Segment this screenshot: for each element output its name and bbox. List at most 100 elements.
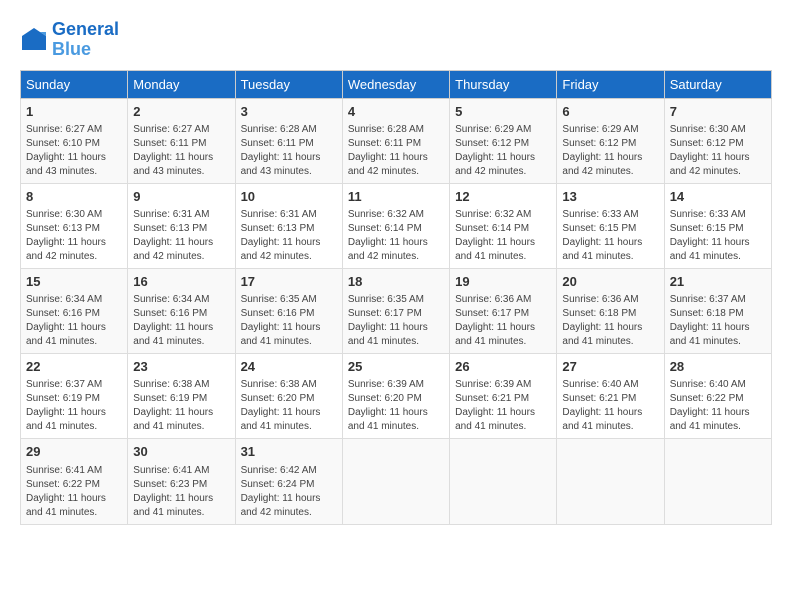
calendar-cell: 18 Sunrise: 6:35 AMSunset: 6:17 PMDayligh… (342, 268, 449, 353)
calendar-cell (342, 439, 449, 524)
calendar-table: SundayMondayTuesdayWednesdayThursdayFrid… (20, 70, 772, 525)
day-info: Sunrise: 6:28 AMSunset: 6:11 PMDaylight:… (348, 123, 444, 179)
day-info: Sunrise: 6:37 AMSunset: 6:18 PMDaylight:… (670, 293, 766, 349)
calendar-cell: 6 Sunrise: 6:29 AMSunset: 6:12 PMDaylight… (557, 98, 664, 183)
day-number: 13 (562, 188, 658, 206)
day-info: Sunrise: 6:38 AMSunset: 6:20 PMDaylight:… (241, 378, 337, 434)
day-number: 17 (241, 273, 337, 291)
day-info: Sunrise: 6:40 AMSunset: 6:22 PMDaylight:… (670, 378, 766, 434)
calendar-cell: 10 Sunrise: 6:31 AMSunset: 6:13 PMDayligh… (235, 183, 342, 268)
day-info: Sunrise: 6:29 AMSunset: 6:12 PMDaylight:… (562, 123, 658, 179)
logo-text: General Blue (52, 20, 119, 60)
calendar-cell: 17 Sunrise: 6:35 AMSunset: 6:16 PMDayligh… (235, 268, 342, 353)
day-number: 10 (241, 188, 337, 206)
calendar-cell: 20 Sunrise: 6:36 AMSunset: 6:18 PMDayligh… (557, 268, 664, 353)
calendar-cell: 24 Sunrise: 6:38 AMSunset: 6:20 PMDayligh… (235, 354, 342, 439)
day-info: Sunrise: 6:29 AMSunset: 6:12 PMDaylight:… (455, 123, 551, 179)
day-number: 23 (133, 358, 229, 376)
day-header-saturday: Saturday (664, 70, 771, 98)
calendar-cell: 9 Sunrise: 6:31 AMSunset: 6:13 PMDaylight… (128, 183, 235, 268)
calendar-cell: 11 Sunrise: 6:32 AMSunset: 6:14 PMDayligh… (342, 183, 449, 268)
day-number: 24 (241, 358, 337, 376)
day-header-monday: Monday (128, 70, 235, 98)
day-info: Sunrise: 6:31 AMSunset: 6:13 PMDaylight:… (241, 208, 337, 264)
day-number: 19 (455, 273, 551, 291)
day-header-thursday: Thursday (450, 70, 557, 98)
calendar-cell: 16 Sunrise: 6:34 AMSunset: 6:16 PMDayligh… (128, 268, 235, 353)
calendar-cell: 4Sunrise: 6:28 AMSunset: 6:11 PMDaylight… (342, 98, 449, 183)
day-info: Sunrise: 6:27 AMSunset: 6:11 PMDaylight:… (133, 123, 229, 179)
logo-icon (20, 26, 48, 54)
day-info: Sunrise: 6:31 AMSunset: 6:13 PMDaylight:… (133, 208, 229, 264)
day-info: Sunrise: 6:35 AMSunset: 6:16 PMDaylight:… (241, 293, 337, 349)
day-number: 7 (670, 103, 766, 121)
day-info: Sunrise: 6:37 AMSunset: 6:19 PMDaylight:… (26, 378, 122, 434)
day-number: 22 (26, 358, 122, 376)
day-info: Sunrise: 6:39 AMSunset: 6:21 PMDaylight:… (455, 378, 551, 434)
calendar-cell: 3 Sunrise: 6:28 AMSunset: 6:11 PMDaylight… (235, 98, 342, 183)
calendar-cell: 2 Sunrise: 6:27 AMSunset: 6:11 PMDaylight… (128, 98, 235, 183)
calendar-cell: 1 Sunrise: 6:27 AMSunset: 6:10 PMDaylight… (21, 98, 128, 183)
day-info: Sunrise: 6:30 AMSunset: 6:13 PMDaylight:… (26, 208, 122, 264)
day-number: 1 (26, 103, 122, 121)
day-number: 2 (133, 103, 229, 121)
day-number: 30 (133, 443, 229, 461)
day-info: Sunrise: 6:36 AMSunset: 6:18 PMDaylight:… (562, 293, 658, 349)
day-number: 20 (562, 273, 658, 291)
day-number: 16 (133, 273, 229, 291)
day-info: Sunrise: 6:40 AMSunset: 6:21 PMDaylight:… (562, 378, 658, 434)
day-number: 9 (133, 188, 229, 206)
day-info: Sunrise: 6:33 AMSunset: 6:15 PMDaylight:… (562, 208, 658, 264)
calendar-cell: 5 Sunrise: 6:29 AMSunset: 6:12 PMDaylight… (450, 98, 557, 183)
day-number: 25 (348, 358, 444, 376)
day-number: 26 (455, 358, 551, 376)
day-info: Sunrise: 6:33 AMSunset: 6:15 PMDaylight:… (670, 208, 766, 264)
day-header-sunday: Sunday (21, 70, 128, 98)
calendar-cell: 27 Sunrise: 6:40 AMSunset: 6:21 PMDayligh… (557, 354, 664, 439)
day-number: 27 (562, 358, 658, 376)
day-number: 31 (241, 443, 337, 461)
calendar-cell (664, 439, 771, 524)
calendar-cell: 23 Sunrise: 6:38 AMSunset: 6:19 PMDayligh… (128, 354, 235, 439)
day-number: 8 (26, 188, 122, 206)
calendar-cell: 19Sunrise: 6:36 AMSunset: 6:17 PMDayligh… (450, 268, 557, 353)
calendar-cell: 14 Sunrise: 6:33 AMSunset: 6:15 PMDayligh… (664, 183, 771, 268)
calendar-cell: 29 Sunrise: 6:41 AMSunset: 6:22 PMDayligh… (21, 439, 128, 524)
calendar-cell: 13 Sunrise: 6:33 AMSunset: 6:15 PMDayligh… (557, 183, 664, 268)
day-number: 18 (348, 273, 444, 291)
calendar-cell: 28 Sunrise: 6:40 AMSunset: 6:22 PMDayligh… (664, 354, 771, 439)
calendar-cell: 31 Sunrise: 6:42 AMSunset: 6:24 PMDayligh… (235, 439, 342, 524)
day-info: Sunrise: 6:32 AMSunset: 6:14 PMDaylight:… (348, 208, 444, 264)
day-info: Sunrise: 6:28 AMSunset: 6:11 PMDaylight:… (241, 123, 337, 179)
day-info: Sunrise: 6:41 AMSunset: 6:22 PMDaylight:… (26, 464, 122, 520)
calendar-cell: 21Sunrise: 6:37 AMSunset: 6:18 PMDayligh… (664, 268, 771, 353)
calendar-cell: 22 Sunrise: 6:37 AMSunset: 6:19 PMDayligh… (21, 354, 128, 439)
day-info: Sunrise: 6:34 AMSunset: 6:16 PMDaylight:… (133, 293, 229, 349)
day-info: Sunrise: 6:41 AMSunset: 6:23 PMDaylight:… (133, 464, 229, 520)
day-info: Sunrise: 6:32 AMSunset: 6:14 PMDaylight:… (455, 208, 551, 264)
day-number: 29 (26, 443, 122, 461)
calendar-cell: 8 Sunrise: 6:30 AMSunset: 6:13 PMDaylight… (21, 183, 128, 268)
day-number: 15 (26, 273, 122, 291)
day-info: Sunrise: 6:35 AMSunset: 6:17 PMDaylight:… (348, 293, 444, 349)
day-info: Sunrise: 6:27 AMSunset: 6:10 PMDaylight:… (26, 123, 122, 179)
day-info: Sunrise: 6:42 AMSunset: 6:24 PMDaylight:… (241, 464, 337, 520)
day-number: 3 (241, 103, 337, 121)
calendar-cell: 15 Sunrise: 6:34 AMSunset: 6:16 PMDayligh… (21, 268, 128, 353)
logo: General Blue (20, 20, 119, 60)
calendar-cell (557, 439, 664, 524)
day-number: 5 (455, 103, 551, 121)
day-number: 28 (670, 358, 766, 376)
day-header-tuesday: Tuesday (235, 70, 342, 98)
day-number: 11 (348, 188, 444, 206)
day-number: 12 (455, 188, 551, 206)
day-header-wednesday: Wednesday (342, 70, 449, 98)
day-info: Sunrise: 6:38 AMSunset: 6:19 PMDaylight:… (133, 378, 229, 434)
calendar-cell: 12 Sunrise: 6:32 AMSunset: 6:14 PMDayligh… (450, 183, 557, 268)
day-info: Sunrise: 6:30 AMSunset: 6:12 PMDaylight:… (670, 123, 766, 179)
page-header: General Blue (20, 20, 772, 60)
calendar-cell: 25Sunrise: 6:39 AMSunset: 6:20 PMDayligh… (342, 354, 449, 439)
day-info: Sunrise: 6:34 AMSunset: 6:16 PMDaylight:… (26, 293, 122, 349)
day-number: 6 (562, 103, 658, 121)
day-number: 14 (670, 188, 766, 206)
